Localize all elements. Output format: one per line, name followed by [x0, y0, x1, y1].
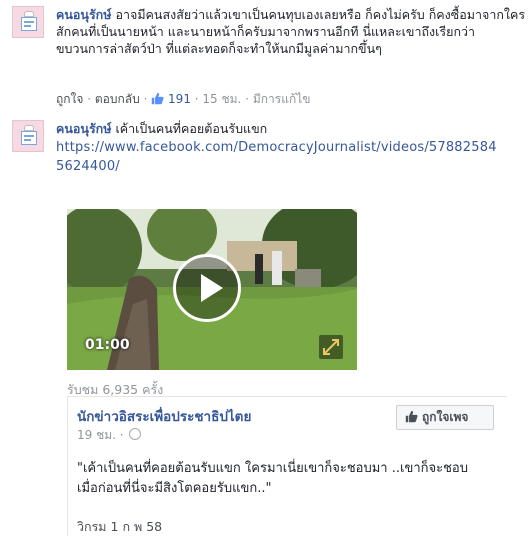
comment-meta: ถูกใจ · ตอบกลับ · 191 · 15 ชม. · มีการแก… [56, 91, 310, 107]
comment-body: คนอนุรักษ์ อาจมีคนสงสัยว่าแล้วเขาเป็นคนท… [56, 6, 526, 57]
globe-icon [129, 428, 142, 440]
embedded-post-card: นักข่าวอิสระเพื่อประชาธิปไตย 19 ชม. · ถู… [67, 396, 507, 536]
separator: · [119, 428, 124, 442]
page-name-link[interactable]: นักข่าวอิสระเพื่อประชาธิปไตย [77, 405, 251, 427]
post-signature: วิกรม 1 ก พ 58 [77, 519, 163, 534]
post-quote-line2: เมื่อก่อนที่นี่จะมีสิงโตคอยรับแขก.." [77, 481, 272, 496]
post-time-label: 19 ชม. [77, 428, 116, 442]
edited-label[interactable]: มีการแก้ไข [253, 92, 311, 106]
avatar-sign [21, 131, 37, 145]
thumbs-up-icon [152, 92, 164, 105]
separator: · [87, 92, 95, 106]
like-count[interactable]: 191 [151, 92, 195, 106]
video-url-line1[interactable]: https://www.facebook.com/DemocracyJourna… [56, 140, 497, 155]
video-thumbnail[interactable]: 01:00 [67, 209, 357, 370]
expand-icon[interactable] [319, 335, 343, 359]
video-url-line2[interactable]: 5624400/ [56, 159, 120, 174]
like-page-button[interactable]: ถูกใจเพจ [396, 405, 494, 430]
comment-body: คนอนุรักษ์ เค้าเป็นคนที่คอยต้อนรับแขก ht… [56, 120, 526, 176]
avatar[interactable] [12, 6, 44, 38]
thumbs-up-icon [405, 410, 418, 423]
comment-text: เค้าเป็นคนที่คอยต้อนรับแขก [115, 121, 268, 136]
post-quote: "เค้าเป็นคนที่คอยต้อนรับแขก ใครมาเนี่ยเข… [77, 459, 497, 499]
comment-text: อาจมีคนสงสัยว่าแล้วเขาเป็นคนทุบเองเลยหรื… [56, 7, 526, 56]
like-count-value: 191 [168, 92, 191, 106]
like-link[interactable]: ถูกใจ [56, 92, 83, 106]
separator: · [245, 92, 253, 106]
comment-author[interactable]: คนอนุรักษ์ [56, 7, 111, 22]
like-page-label: ถูกใจเพจ [422, 410, 469, 424]
post-quote-line1: "เค้าเป็นคนที่คอยต้อนรับแขก ใครมาเนี่ยเข… [77, 461, 468, 476]
avatar-sign [21, 17, 37, 31]
post-time[interactable]: 19 ชม. · [77, 426, 142, 445]
expand-glyph [323, 339, 339, 355]
comment-time[interactable]: 15 ชม. [202, 92, 241, 106]
avatar[interactable] [12, 120, 44, 152]
comment-author[interactable]: คนอนุรักษ์ [56, 121, 111, 136]
video-duration: 01:00 [85, 337, 130, 353]
reply-link[interactable]: ตอบกลับ [95, 92, 140, 106]
play-icon[interactable] [173, 254, 241, 322]
